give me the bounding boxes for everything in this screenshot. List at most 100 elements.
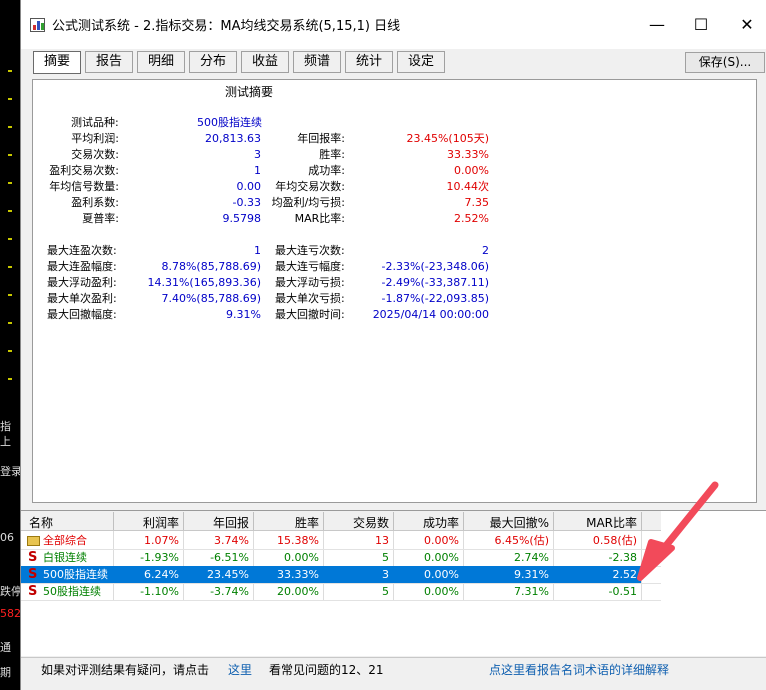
header-separator (463, 512, 464, 530)
metric-right-label: 年回报率: (297, 132, 345, 145)
window-title: 公式测试系统 - 2.指标交易：MA均线交易系统(5,15,1) 日线 (52, 19, 401, 34)
help-link-here[interactable]: 这里 (228, 661, 252, 678)
table-cell: 0.00% (424, 551, 459, 564)
status-text-1: 如果对评测结果有疑问，请点击 (41, 663, 210, 677)
status-bar: 如果对评测结果有疑问，请点击 这里 看常见问题的12、21 点这里看报告名词术语… (21, 657, 766, 690)
background-label: 指 (0, 420, 11, 433)
background-label: 期 (0, 666, 11, 679)
background-dot (8, 266, 12, 268)
background-dot (8, 350, 12, 352)
grid-header-4[interactable]: 胜率 (253, 514, 319, 531)
background-dot (8, 210, 12, 212)
metric-right2-value: 2025/04/14 00:00:00 (372, 308, 489, 321)
minimize-button[interactable]: — (637, 10, 677, 40)
table-row[interactable]: S 白银连续 -1.93% -6.51% 0.00% 5 0.00% 2.74% -2.38 (21, 549, 766, 566)
grid-header-5[interactable]: 交易数 (323, 514, 389, 531)
table-cell: 15.38% (277, 534, 319, 547)
metric-left2-value: 14.31%(165,893.36) (147, 276, 261, 289)
metric-left-label: 盈利系数: (71, 196, 119, 209)
tab-7[interactable]: 统计 (345, 51, 393, 73)
table-cell: 13 (375, 534, 389, 547)
metric-right-value: 7.35 (464, 196, 490, 209)
tab-6[interactable]: 频谱 (293, 51, 341, 73)
table-cell: 33.33% (277, 568, 319, 581)
metric-right-value: 2.52% (454, 212, 489, 225)
metric-right2-value: 2 (482, 244, 489, 257)
metric-left2-label: 最大连盈次数: (47, 244, 117, 257)
background-dot (8, 378, 12, 380)
metric-left2-value: 9.31% (226, 308, 261, 321)
table-cell: 2.74% (514, 551, 549, 564)
grid-header-8[interactable]: MAR比率 (553, 514, 637, 531)
background-label: 通 (0, 641, 11, 654)
grid-header-1[interactable]: 名称 (29, 514, 53, 531)
table-cell: 7.31% (514, 585, 549, 598)
table-cell: 5 (382, 551, 389, 564)
header-separator (253, 512, 254, 530)
table-cell: 0.00% (424, 585, 459, 598)
table-cell: 20.00% (277, 585, 319, 598)
tab-4[interactable]: 分布 (189, 51, 237, 73)
table-cell: 23.45% (207, 568, 249, 581)
background-label: 582 (0, 607, 20, 620)
metric-right-value: 10.44次 (446, 180, 490, 193)
background-dot (8, 294, 12, 296)
tab-8[interactable]: 设定 (397, 51, 445, 73)
table-cell: 3 (382, 568, 389, 581)
metric-left-label: 夏普率: (82, 212, 119, 225)
table-cell: 50股指连续 (43, 585, 101, 598)
s-icon: S (28, 567, 38, 582)
grid-header: 名称 利润率 年回报 胜率 交易数 成功率 最大回撤% MAR比率 (21, 511, 661, 531)
tab-3[interactable]: 明细 (137, 51, 185, 73)
metric-right-label: MAR比率: (294, 212, 345, 225)
metric-left-label: 年均信号数量: (49, 180, 119, 193)
table-cell: 6.45%(估) (494, 534, 549, 547)
metric-right2-label: 最大回撤时间: (275, 308, 345, 321)
background-label: 登录 (0, 465, 20, 478)
table-cell: 0.58(估) (592, 534, 637, 547)
metric-left2-label: 最大连盈幅度: (47, 260, 117, 273)
metric-right2-label: 最大连亏幅度: (275, 260, 345, 273)
maximize-button[interactable]: ☐ (681, 10, 721, 40)
metric-right2-value: -2.49%(-33,387.11) (381, 276, 489, 289)
background-dot (8, 98, 12, 100)
header-separator (183, 512, 184, 530)
header-separator (641, 512, 642, 530)
table-cell: 1.07% (144, 534, 179, 547)
glossary-link[interactable]: 点这里看报告名词术语的详细解释 (489, 661, 669, 678)
metric-left2-value: 1 (254, 244, 261, 257)
table-cell: 白银连续 (43, 551, 87, 564)
status-text-2: 看常见问题的12、21 (269, 663, 384, 677)
metric-right-label: 均盈利/均亏损: (271, 196, 345, 209)
save-button[interactable]: 保存(S)... (685, 52, 765, 73)
background-dot (8, 238, 12, 240)
metric-left2-label: 最大回撤幅度: (47, 308, 117, 321)
grid-header-2[interactable]: 利润率 (113, 514, 179, 531)
table-cell: 全部综合 (43, 534, 87, 547)
table-row[interactable]: 全部综合 1.07% 3.74% 15.38% 13 0.00% 6.45%(估) 0.58(… (21, 532, 766, 549)
close-button[interactable]: ✕ (727, 10, 766, 40)
product-value: 500股指连续 (197, 116, 262, 129)
metric-left-label: 平均利润: (71, 132, 119, 145)
app-chart-icon (30, 18, 45, 32)
background-label: 跌停 (0, 585, 20, 598)
table-row[interactable]: S 50股指连续 -1.10% -3.74% 20.00% 5 0.00% 7.31% -0.5… (21, 583, 766, 600)
header-separator (393, 512, 394, 530)
table-row[interactable]: S 500股指连续 6.24% 23.45% 33.33% 3 0.00% 9.31% 2.52 (21, 566, 641, 583)
tab-1[interactable]: 摘要 (33, 51, 81, 74)
tab-5[interactable]: 收益 (241, 51, 289, 73)
s-icon: S (28, 584, 38, 599)
grid-header-3[interactable]: 年回报 (183, 514, 249, 531)
grid-header-7[interactable]: 最大回撤% (463, 514, 549, 531)
summary-heading: 测试摘要 (225, 85, 274, 99)
header-separator (323, 512, 324, 530)
tab-2[interactable]: 报告 (85, 51, 133, 73)
grid-header-6[interactable]: 成功率 (393, 514, 459, 531)
table-cell: -1.93% (140, 551, 179, 564)
metric-right2-value: -2.33%(-23,348.06) (381, 260, 489, 273)
metric-left2-label: 最大浮动盈利: (47, 276, 117, 289)
metric-left-value: 20,813.63 (205, 132, 261, 145)
metric-left2-value: 8.78%(85,788.69) (161, 260, 261, 273)
metric-left-value: -0.33 (232, 196, 261, 209)
background-dot (8, 70, 12, 72)
